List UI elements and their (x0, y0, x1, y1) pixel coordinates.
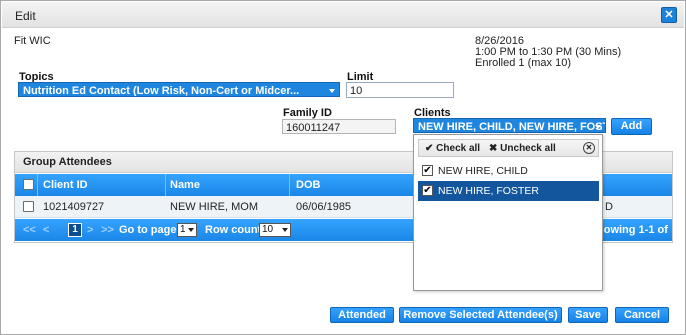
column-divider (289, 174, 290, 196)
close-circle-icon[interactable]: ✕ (583, 142, 595, 154)
go-to-page-select[interactable]: 1 (177, 223, 197, 237)
showing-count: howing 1-1 of 1 (597, 224, 668, 248)
dropdown-header: ✔ Check all ✖ Uncheck all ✕ (418, 139, 599, 157)
close-icon: ✕ (664, 9, 674, 21)
dialog-title: Edit (15, 9, 36, 23)
x-icon: ✖ (489, 143, 498, 154)
cell-name: NEW HIRE, MOM (170, 201, 258, 213)
check-all-label: Check all (436, 143, 481, 154)
cell-client-id: 1021409727 (43, 201, 105, 213)
uncheck-all-label: Uncheck all (500, 143, 556, 154)
column-client-id[interactable]: Client ID (43, 179, 88, 191)
column-divider (165, 174, 166, 196)
family-id-label: Family ID (283, 107, 332, 119)
close-button[interactable]: ✕ (661, 7, 677, 23)
uncheck-all-button[interactable]: ✖ Uncheck all (489, 143, 556, 154)
family-id-field[interactable]: 160011247 (282, 119, 396, 134)
check-all-button[interactable]: ✔ Check all (425, 143, 480, 154)
item-checkbox-checked[interactable]: ✔ (422, 165, 433, 176)
column-divider (37, 174, 38, 196)
event-name: Fit WIC (14, 35, 51, 47)
remove-selected-attendees-button[interactable]: Remove Selected Attendee(s) (399, 307, 562, 323)
edit-dialog: Edit ✕ Fit WIC 8/26/2016 1:00 PM to 1:30… (0, 0, 686, 335)
chevron-down-icon (188, 228, 194, 232)
chevron-down-icon (329, 89, 335, 93)
go-to-page-value: 1 (180, 224, 186, 235)
limit-input[interactable]: 10 (346, 82, 454, 98)
topics-select[interactable]: Nutrition Ed Contact (Low Risk, Non-Cert… (18, 82, 340, 97)
item-label: NEW HIRE, FOSTER (438, 185, 539, 197)
row-count-select[interactable]: 10 (259, 223, 291, 237)
select-all-checkbox[interactable] (23, 179, 34, 190)
dropdown-item-foster[interactable]: ✔ NEW HIRE, FOSTER (418, 181, 599, 201)
current-page[interactable]: 1 (68, 223, 82, 237)
next-page-button[interactable]: > (87, 224, 93, 236)
row-checkbox[interactable] (23, 201, 34, 212)
row-count-value: 10 (262, 224, 274, 235)
prev-page-button[interactable]: < (43, 224, 49, 236)
dialog-titlebar: Edit ✕ (2, 2, 684, 28)
cell-partial: D (605, 201, 613, 213)
row-count-label: Row count: (205, 224, 265, 236)
event-enrolled: Enrolled 1 (max 10) (475, 57, 571, 69)
clients-select[interactable]: NEW HIRE, CHILD, NEW HIRE, FOSTER (413, 118, 606, 133)
add-button[interactable]: Add (611, 118, 652, 135)
first-page-button[interactable]: << (23, 224, 36, 236)
topics-select-value: Nutrition Ed Contact (Low Risk, Non-Cert… (23, 85, 300, 97)
attended-button[interactable]: Attended (330, 307, 394, 323)
save-button[interactable]: Save (568, 307, 608, 323)
dropdown-item-child[interactable]: ✔ NEW HIRE, CHILD (418, 161, 599, 181)
chevron-down-icon (595, 125, 601, 129)
cancel-button[interactable]: Cancel (615, 307, 669, 323)
cell-dob: 06/06/1985 (296, 201, 352, 213)
go-to-page-label: Go to page: (119, 224, 181, 236)
item-checkbox-checked[interactable]: ✔ (422, 185, 433, 196)
last-page-button[interactable]: >> (101, 224, 114, 236)
clients-dropdown: ✔ Check all ✖ Uncheck all ✕ ✔ NEW HIRE, … (413, 134, 603, 291)
item-label: NEW HIRE, CHILD (438, 165, 528, 177)
column-name[interactable]: Name (170, 179, 200, 191)
checkmark-icon: ✔ (425, 143, 434, 154)
clients-select-value: NEW HIRE, CHILD, NEW HIRE, FOSTER (418, 121, 606, 133)
chevron-down-icon (282, 228, 288, 232)
column-dob[interactable]: DOB (296, 179, 320, 191)
